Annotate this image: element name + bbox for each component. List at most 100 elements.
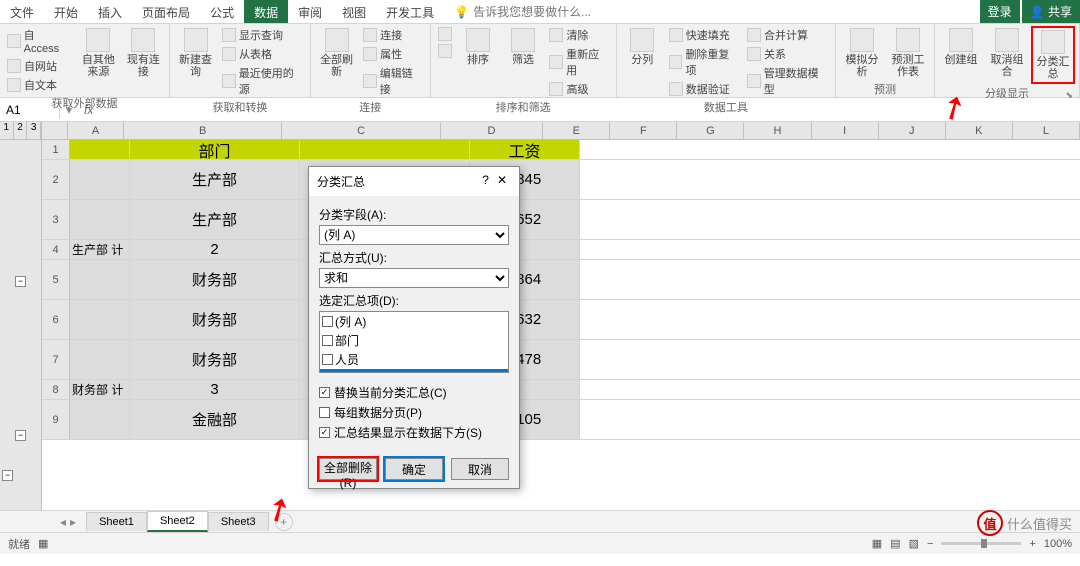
items-listbox[interactable]: (列 A)部门人员✓工资 <box>319 311 509 373</box>
func-select[interactable]: 求和 <box>319 268 509 288</box>
outline-level-2[interactable]: 2 <box>14 122 28 139</box>
refresh-all[interactable]: 全部刷新 <box>315 26 358 80</box>
from-table[interactable]: 从表格 <box>219 45 306 63</box>
tab-home[interactable]: 开始 <box>44 0 88 23</box>
row-header[interactable]: 4 <box>42 240 70 259</box>
flash-fill[interactable]: 快速填充 <box>666 26 742 44</box>
new-query[interactable]: 新建查询 <box>174 26 217 80</box>
help-button[interactable]: ? <box>478 173 493 190</box>
data-model[interactable]: 管理数据模型 <box>744 64 831 98</box>
cell[interactable]: 2 <box>130 240 300 259</box>
tab-insert[interactable]: 插入 <box>88 0 132 23</box>
whatif[interactable]: 模拟分析 <box>840 26 884 80</box>
outline-level-3[interactable]: 3 <box>27 122 41 139</box>
sheet-tab[interactable]: Sheet1 <box>86 512 147 531</box>
cell[interactable]: 金融部 <box>130 400 300 439</box>
sort[interactable]: 排序 <box>457 26 500 68</box>
col-header[interactable]: D <box>441 122 543 139</box>
tab-view[interactable]: 视图 <box>332 0 376 23</box>
chk-pagebreak[interactable]: 每组数据分页(P) <box>319 404 509 421</box>
tab-dev[interactable]: 开发工具 <box>376 0 444 23</box>
tab-nav-next-icon[interactable]: ▸ <box>70 515 76 529</box>
tab-nav-prev-icon[interactable]: ◂ <box>60 515 66 529</box>
tab-review[interactable]: 审阅 <box>288 0 332 23</box>
col-header[interactable]: I <box>812 122 879 139</box>
relations[interactable]: 关系 <box>744 45 831 63</box>
sheet-tab[interactable]: Sheet2 <box>147 511 208 532</box>
row-header[interactable]: 8 <box>42 380 70 399</box>
cell[interactable] <box>70 160 130 199</box>
cell[interactable]: 部门 <box>130 140 300 159</box>
zoom-slider[interactable] <box>941 542 1021 545</box>
sort-az[interactable] <box>435 26 455 42</box>
from-web[interactable]: 自网站 <box>4 57 75 75</box>
row-header[interactable]: 5 <box>42 260 70 299</box>
remove-all-button[interactable]: 全部删除(R) <box>319 458 377 480</box>
cell[interactable] <box>70 140 130 159</box>
ungroup[interactable]: 取消组合 <box>985 26 1029 80</box>
cancel-button[interactable]: 取消 <box>451 458 509 480</box>
dialog-launcher-icon[interactable]: ⬊ <box>1065 90 1073 101</box>
cell[interactable]: 生产部 <box>130 160 300 199</box>
group[interactable]: 创建组 <box>939 26 983 68</box>
col-header[interactable]: F <box>610 122 677 139</box>
tab-data[interactable]: 数据 <box>244 0 288 23</box>
tab-file[interactable]: 文件 <box>0 0 44 23</box>
forecast[interactable]: 预测工作表 <box>886 26 930 80</box>
view-layout-icon[interactable]: ▤ <box>890 537 900 550</box>
cell[interactable] <box>70 400 130 439</box>
cell[interactable]: 财务部 <box>130 260 300 299</box>
edit-links[interactable]: 编辑链接 <box>360 64 425 98</box>
col-header[interactable]: J <box>879 122 946 139</box>
clear-filter[interactable]: 清除 <box>546 26 611 44</box>
data-valid[interactable]: 数据验证 <box>666 80 742 98</box>
chk-replace[interactable]: ✓替换当前分类汇总(C) <box>319 384 509 401</box>
outline-collapse[interactable]: − <box>15 276 26 287</box>
cell[interactable] <box>70 200 130 239</box>
outline-level-1[interactable]: 1 <box>0 122 14 139</box>
view-normal-icon[interactable]: ▦ <box>872 537 882 550</box>
row-header[interactable]: 2 <box>42 160 70 199</box>
cell[interactable]: 财务部 <box>130 340 300 379</box>
cell[interactable]: 财务部 <box>130 300 300 339</box>
row-header[interactable]: 3 <box>42 200 70 239</box>
list-item[interactable]: 部门 <box>320 331 508 350</box>
col-header[interactable]: G <box>677 122 744 139</box>
subtotal[interactable]: 分类汇总 <box>1031 26 1075 84</box>
cell[interactable]: 生产部 计 <box>70 240 130 259</box>
cell[interactable]: 工资 <box>470 140 580 159</box>
view-break-icon[interactable]: ▧ <box>909 537 919 550</box>
col-header[interactable]: A <box>68 122 124 139</box>
from-access[interactable]: 自 Access <box>4 26 75 56</box>
from-other[interactable]: 自其他来源 <box>77 26 120 80</box>
cell[interactable] <box>70 340 130 379</box>
login-button[interactable]: 登录 <box>980 0 1020 23</box>
reapply[interactable]: 重新应用 <box>546 45 611 79</box>
advanced[interactable]: 高级 <box>546 80 611 98</box>
existing-conn[interactable]: 现有连接 <box>122 26 165 80</box>
col-header[interactable]: H <box>744 122 811 139</box>
consolidate[interactable]: 合并计算 <box>744 26 831 44</box>
sort-za[interactable] <box>435 43 455 59</box>
cell[interactable] <box>70 260 130 299</box>
cell[interactable]: 3 <box>130 380 300 399</box>
from-text[interactable]: 自文本 <box>4 76 75 94</box>
list-item[interactable]: 人员 <box>320 350 508 369</box>
col-header[interactable]: B <box>124 122 282 139</box>
col-header[interactable]: L <box>1013 122 1080 139</box>
outline-collapse[interactable]: − <box>2 470 13 481</box>
cell[interactable]: 生产部 <box>130 200 300 239</box>
properties[interactable]: 属性 <box>360 45 425 63</box>
text-to-cols[interactable]: 分列 <box>621 26 664 68</box>
share-button[interactable]: 👤 共享 <box>1022 0 1080 23</box>
chk-below[interactable]: ✓汇总结果显示在数据下方(S) <box>319 424 509 441</box>
zoom-level[interactable]: 100% <box>1044 538 1072 550</box>
cell[interactable]: 财务部 计 <box>70 380 130 399</box>
row-header[interactable]: 7 <box>42 340 70 379</box>
connections[interactable]: 连接 <box>360 26 425 44</box>
recent-sources[interactable]: 最近使用的源 <box>219 64 306 98</box>
zoom-out[interactable]: − <box>927 538 933 550</box>
cell[interactable] <box>70 300 130 339</box>
grid[interactable]: ABCDEFGHIJKL 1部门工资2生产部28453生产部36524生产部 计… <box>42 122 1080 510</box>
col-header[interactable]: C <box>282 122 440 139</box>
